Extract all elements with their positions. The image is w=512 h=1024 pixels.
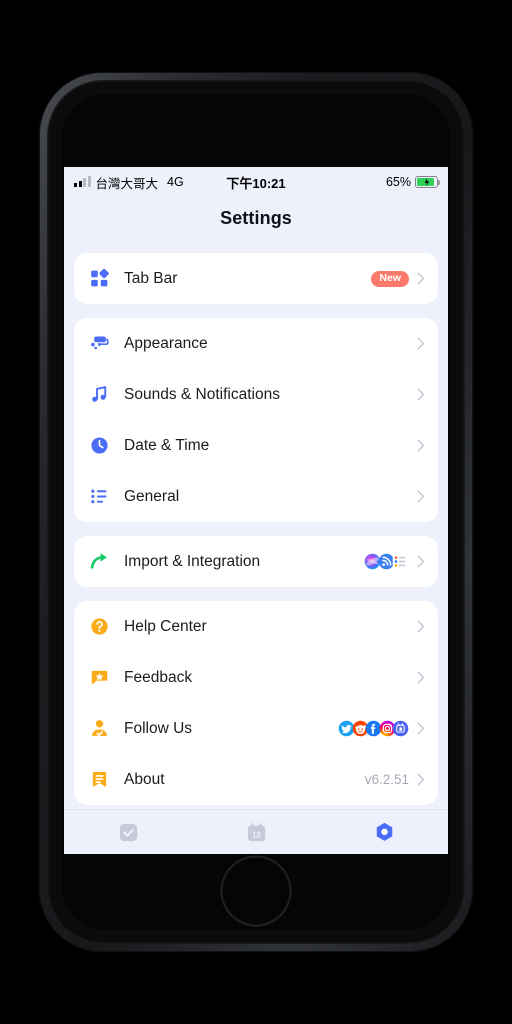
music-note-icon bbox=[88, 384, 110, 406]
integration-app-icons bbox=[364, 553, 409, 570]
chevron-right-icon bbox=[417, 337, 425, 350]
home-button[interactable] bbox=[222, 857, 290, 925]
settings-row-label: Appearance bbox=[124, 334, 208, 352]
chevron-right-icon bbox=[417, 722, 425, 735]
settings-row-label: Follow Us bbox=[124, 719, 193, 737]
settings-row-about[interactable]: About v6.2.51 bbox=[74, 754, 438, 805]
share-arrow-icon bbox=[88, 551, 110, 573]
tab-bar: 12 bbox=[64, 809, 448, 854]
settings-row-label: Sounds & Notifications bbox=[124, 385, 280, 403]
row-accessory: New bbox=[371, 270, 409, 287]
screenshot-stage: 台灣大哥大 4G 下午10:21 65% Settings Tab Bar Ne… bbox=[0, 0, 512, 1024]
app-version-label: v6.2.51 bbox=[364, 772, 409, 787]
settings-row-feedback[interactable]: Feedback bbox=[74, 652, 438, 703]
settings-row-tab-bar[interactable]: Tab Bar New bbox=[74, 253, 438, 304]
chevron-right-icon bbox=[417, 490, 425, 503]
badge-new: New bbox=[371, 270, 409, 287]
star-bubble-icon bbox=[88, 667, 110, 689]
settings-row-help-center[interactable]: Help Center bbox=[74, 601, 438, 652]
row-accessory bbox=[338, 720, 409, 737]
social-links bbox=[338, 720, 409, 737]
chevron-right-icon bbox=[417, 272, 425, 285]
settings-group-support: Help Center Feedback Follow Us About v6.… bbox=[74, 601, 438, 805]
settings-row-label: General bbox=[124, 487, 180, 505]
settings-row-label: Tab Bar bbox=[124, 269, 178, 287]
settings-row-label: Date & Time bbox=[124, 436, 210, 454]
chevron-right-icon bbox=[417, 555, 425, 568]
settings-list: Tab Bar New Appearance Sounds & Notifica… bbox=[64, 239, 448, 809]
clock-icon bbox=[88, 435, 110, 457]
grid-squares-icon bbox=[88, 268, 110, 290]
settings-row-label: Import & Integration bbox=[124, 552, 261, 570]
status-bar-right: 65% bbox=[385, 175, 441, 189]
battery-icon bbox=[415, 176, 441, 188]
bullet-list-icon bbox=[88, 486, 110, 508]
page-title: Settings bbox=[220, 207, 292, 228]
bilibili-icon bbox=[392, 720, 409, 737]
reminders-icon bbox=[392, 553, 409, 570]
settings-row-label: About bbox=[124, 770, 165, 788]
paint-roller-icon bbox=[88, 333, 110, 355]
navigation-bar: Settings bbox=[64, 197, 448, 239]
tab-tasks[interactable] bbox=[64, 810, 192, 854]
gear-hex-icon bbox=[376, 822, 392, 841]
network-type-label: 4G bbox=[167, 175, 184, 189]
charging-bolt-icon bbox=[423, 178, 429, 186]
phone-screen: 台灣大哥大 4G 下午10:21 65% Settings Tab Bar Ne… bbox=[64, 167, 448, 854]
chevron-right-icon bbox=[417, 439, 425, 452]
calendar-12-icon: 12 bbox=[247, 822, 265, 841]
settings-row-follow-us[interactable]: Follow Us bbox=[74, 703, 438, 754]
settings-row-general[interactable]: General bbox=[74, 471, 438, 522]
signal-strength-icon bbox=[74, 176, 91, 187]
settings-row-import-integration[interactable]: Import & Integration bbox=[74, 536, 438, 587]
bookmark-lines-icon bbox=[88, 769, 110, 791]
svg-text:12: 12 bbox=[252, 830, 261, 839]
settings-row-label: Feedback bbox=[124, 668, 193, 686]
carrier-label: 台灣大哥大 bbox=[95, 176, 159, 191]
checkbox-icon bbox=[119, 823, 137, 841]
status-bar: 台灣大哥大 4G 下午10:21 65% bbox=[64, 167, 448, 197]
settings-row-date-time[interactable]: Date & Time bbox=[74, 420, 438, 471]
settings-row-label: Help Center bbox=[124, 617, 207, 635]
row-accessory bbox=[364, 553, 409, 570]
row-accessory: v6.2.51 bbox=[365, 772, 409, 787]
chevron-right-icon bbox=[417, 773, 425, 786]
settings-group-import: Import & Integration bbox=[74, 536, 438, 587]
settings-row-sounds-notifications[interactable]: Sounds & Notifications bbox=[74, 369, 438, 420]
chevron-right-icon bbox=[417, 388, 425, 401]
settings-group-tab-bar: Tab Bar New bbox=[74, 253, 438, 304]
person-check-icon bbox=[88, 718, 110, 740]
tab-calendar[interactable]: 12 bbox=[192, 810, 320, 854]
chevron-right-icon bbox=[417, 620, 425, 633]
settings-row-appearance[interactable]: Appearance bbox=[74, 318, 438, 369]
tab-settings[interactable] bbox=[320, 810, 448, 854]
chevron-right-icon bbox=[417, 671, 425, 684]
settings-group-preferences: Appearance Sounds & Notifications Date &… bbox=[74, 318, 438, 522]
question-circle-icon bbox=[88, 616, 110, 638]
status-bar-left: 台灣大哥大 4G bbox=[74, 173, 184, 192]
battery-percent-label: 65% bbox=[385, 175, 411, 189]
